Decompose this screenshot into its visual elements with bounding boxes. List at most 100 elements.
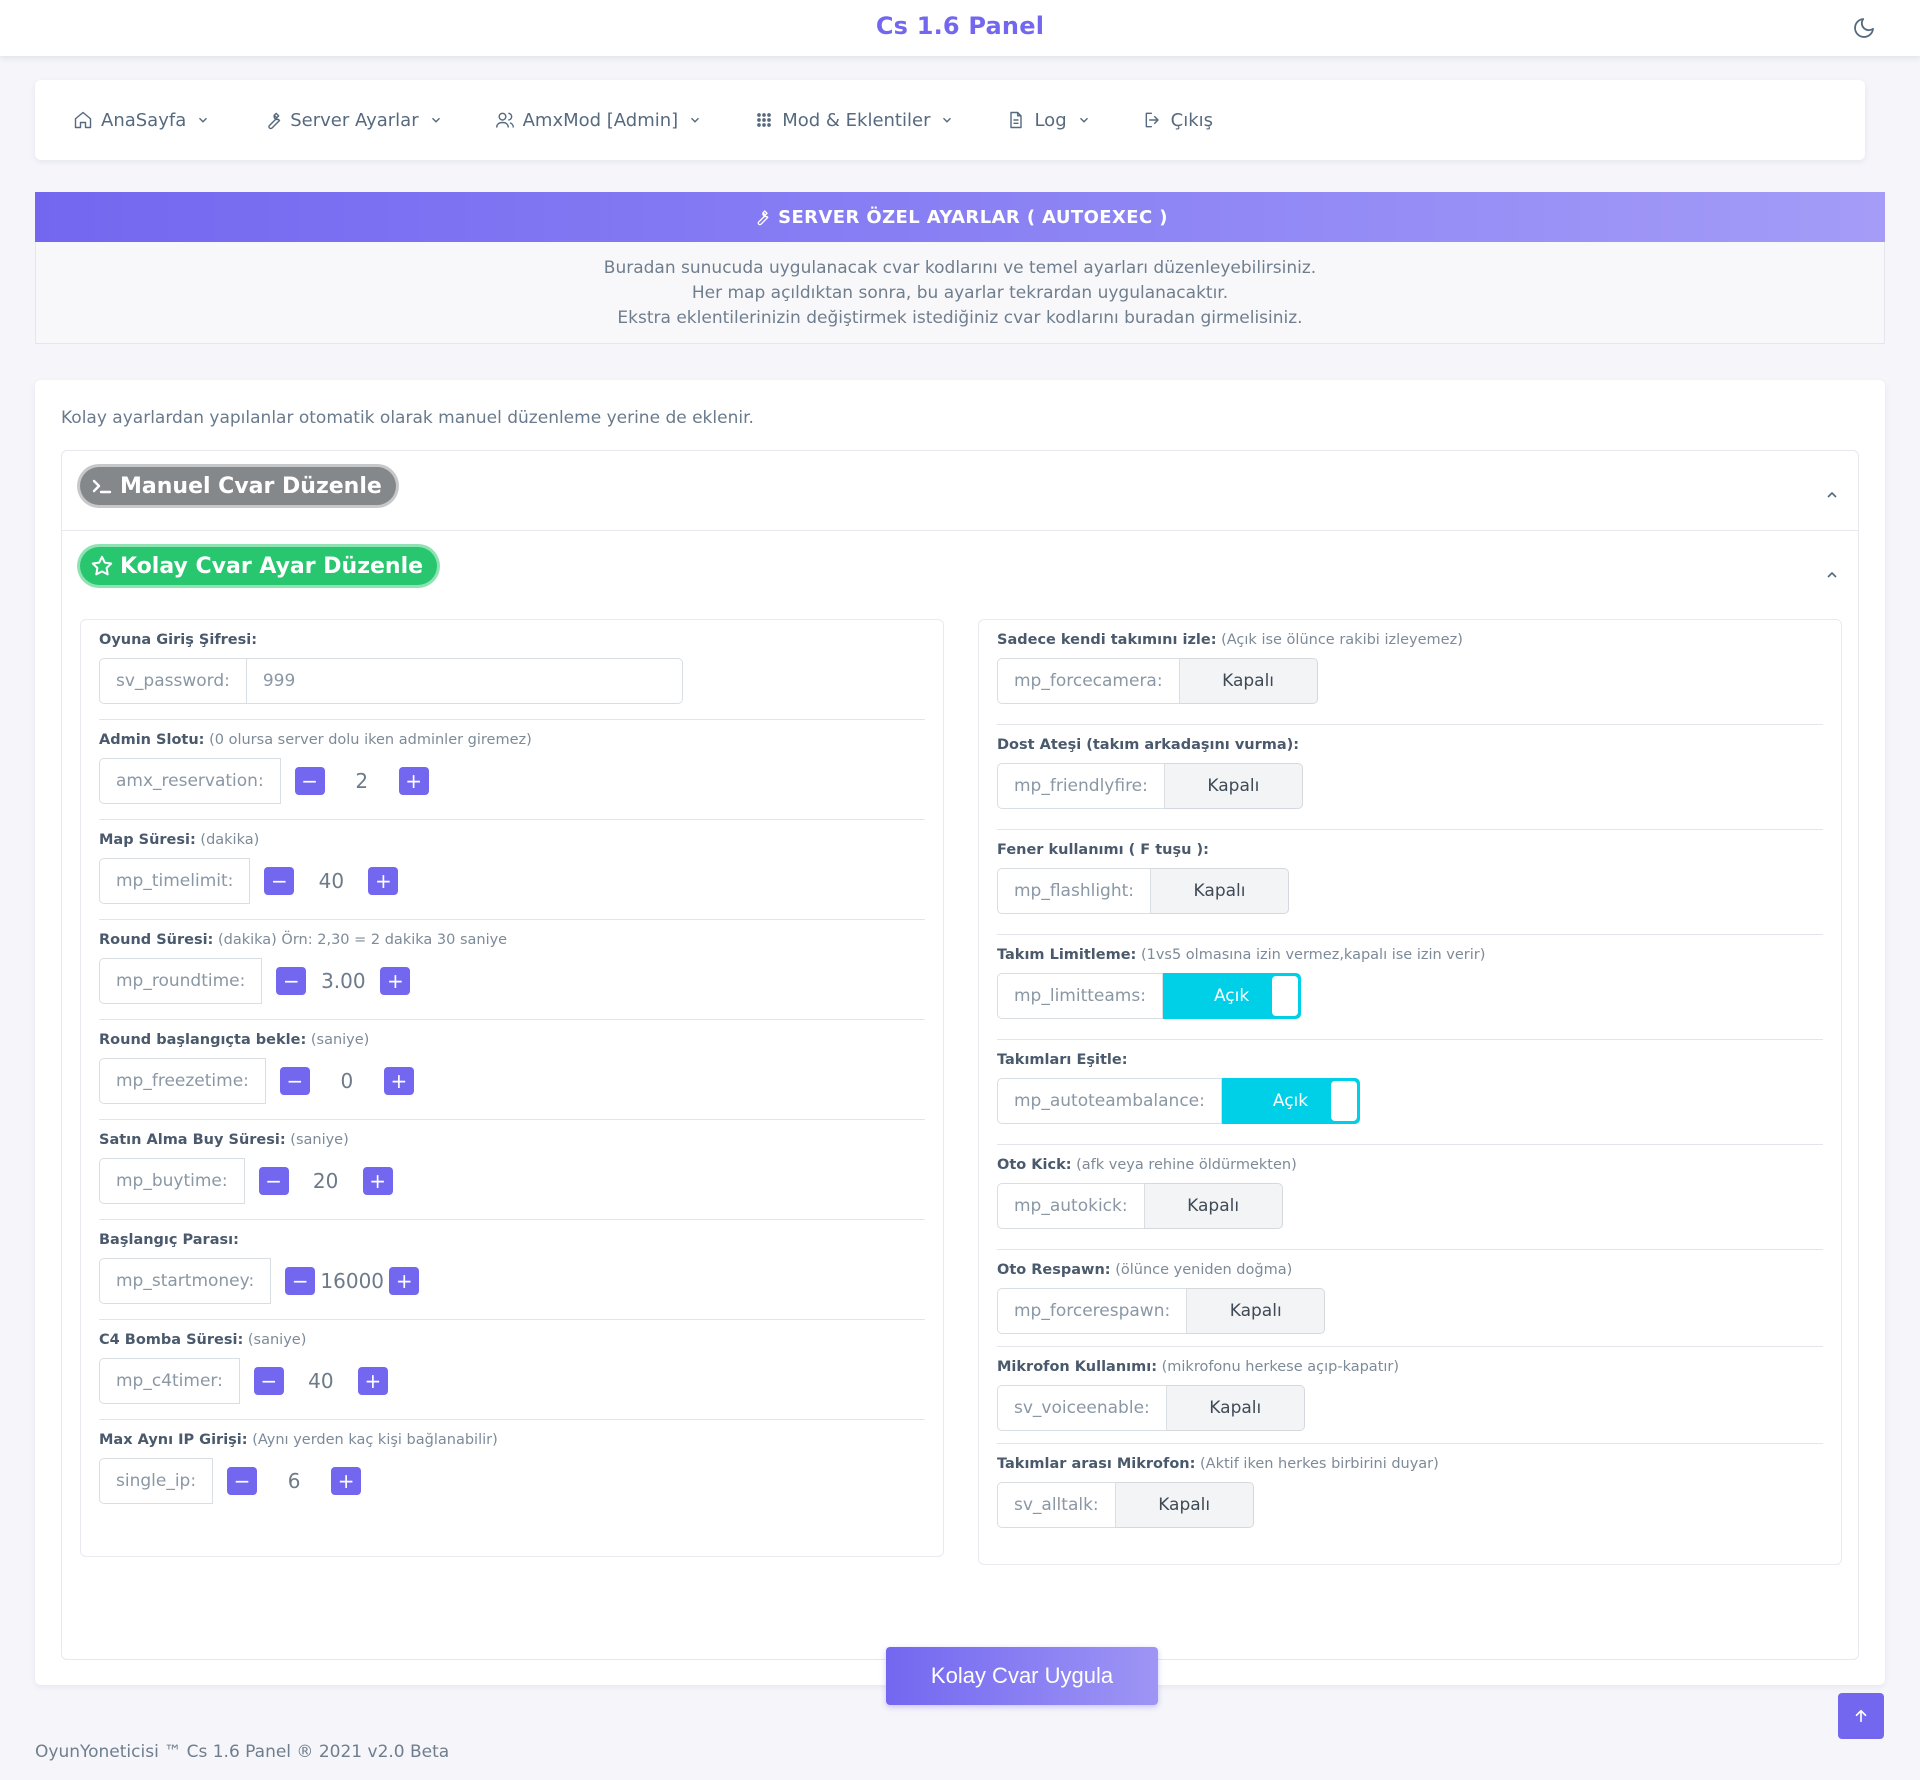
setting-label: Oto Kick: (afk veya rehine öldürmekten) (997, 1157, 1297, 1173)
setting-input-group: mp_startmoney: − 16000 + (99, 1258, 420, 1304)
quantity-stepper: − 6 + (227, 1458, 362, 1504)
stepper-value[interactable]: 16000 (315, 1269, 389, 1293)
setting-input-group: sv_password: 999 (99, 658, 683, 704)
stepper-value[interactable]: 3.00 (306, 969, 380, 993)
intro-text: Kolay ayarlardan yapılanlar otomatik ola… (61, 408, 754, 428)
quantity-stepper: − 16000 + (285, 1258, 420, 1304)
cvar-name: mp_autokick: (997, 1183, 1145, 1229)
easy-cvar-pill[interactable]: Kolay Cvar Ayar Düzenle (80, 547, 438, 585)
cvar-name: mp_friendlyfire: (997, 763, 1165, 809)
decrement-button[interactable]: − (253, 1367, 284, 1395)
decrement-button[interactable]: − (227, 1467, 258, 1495)
setting-input-group: mp_autoteambalance: Açık (997, 1078, 1360, 1124)
setting-label: Map Süresi: (dakika) (99, 832, 260, 848)
forcerespawn-toggle[interactable]: Kapalı (1187, 1288, 1326, 1334)
easy-cvar-label: Kolay Cvar Ayar Düzenle (120, 553, 424, 579)
chevron-up-icon[interactable] (1824, 487, 1840, 503)
quantity-stepper: − 40 + (253, 1358, 388, 1404)
flashlight-toggle[interactable]: Kapalı (1151, 868, 1290, 914)
decrement-button[interactable]: − (294, 767, 325, 795)
stepper-value[interactable]: 40 (284, 1369, 358, 1393)
setting-label: Max Aynı IP Girişi: (Aynı yerden kaç kiş… (99, 1432, 498, 1448)
accordion-header-manual[interactable]: Manuel Cvar Düzenle (62, 451, 1858, 531)
nav-item-amxmod[interactable]: AmxMod [Admin] (495, 110, 703, 131)
setting-label: Round Süresi: (dakika) Örn: 2,30 = 2 dak… (99, 932, 508, 948)
nav-item-log[interactable]: Log (1006, 110, 1090, 131)
decrement-button[interactable]: − (258, 1167, 289, 1195)
scroll-to-top-button[interactable] (1838, 1693, 1884, 1739)
setting-row-sv-alltalk: Takımlar arası Mikrofon: (Aktif iken her… (997, 1444, 1823, 1549)
cvar-accordion: Manuel Cvar Düzenle Kolay Cvar Ayar Düze… (61, 450, 1859, 1705)
main-nav: AnaSayfa Server Ayarlar AmxMod [Admin] M… (35, 80, 1865, 160)
cvar-name: mp_forcecamera: (997, 658, 1180, 704)
tool-icon (757, 210, 769, 226)
forcecamera-toggle[interactable]: Kapalı (1179, 658, 1318, 704)
nav-item-mod-eklentiler[interactable]: Mod & Eklentiler (754, 110, 954, 131)
increment-button[interactable]: + (357, 1367, 388, 1395)
cvar-name: mp_roundtime: (99, 958, 263, 1004)
increment-button[interactable]: + (380, 967, 411, 995)
decrement-button[interactable]: − (264, 867, 295, 895)
setting-row-mp-autokick: Oto Kick: (afk veya rehine öldürmekten) … (997, 1145, 1823, 1250)
setting-row-single-ip: Max Aynı IP Girişi: (Aynı yerden kaç kiş… (99, 1420, 925, 1520)
friendlyfire-toggle[interactable]: Kapalı (1164, 763, 1303, 809)
setting-row-amx-reservation: Admin Slotu: (0 olursa server dolu iken … (99, 720, 925, 820)
decrement-button[interactable]: − (279, 1067, 310, 1095)
setting-row-sv-password: Oyuna Giriş Şifresi: sv_password: 999 (99, 620, 925, 720)
arrow-up-icon (1855, 1709, 1867, 1723)
limitteams-toggle[interactable]: Açık (1162, 973, 1301, 1019)
moon-icon[interactable] (1852, 16, 1876, 40)
setting-label: Takımları Eşitle: (997, 1052, 1128, 1068)
setting-input-group: mp_flashlight: Kapalı (997, 868, 1290, 914)
stepper-value[interactable]: 6 (257, 1469, 331, 1493)
brand-title[interactable]: Cs 1.6 Panel (0, 12, 1920, 40)
setting-row-sv-voiceenable: Mikrofon Kullanımı: (mikrofonu herkese a… (997, 1347, 1823, 1444)
increment-button[interactable]: + (362, 1167, 393, 1195)
logout-icon (1145, 112, 1159, 128)
stepper-value[interactable]: 0 (310, 1069, 384, 1093)
manual-cvar-pill[interactable]: Manuel Cvar Düzenle (80, 467, 396, 505)
nav-item-cikis[interactable]: Çıkış (1143, 110, 1213, 131)
setting-input-group: mp_forcerespawn: Kapalı (997, 1288, 1326, 1334)
stepper-value[interactable]: 20 (289, 1169, 363, 1193)
toggle-settings-panel: Sadece kendi takımını izle: (Açık ise öl… (978, 619, 1842, 1565)
quantity-stepper: − 40 + (264, 858, 399, 904)
stepper-value[interactable]: 2 (325, 769, 399, 793)
nav-label: AnaSayfa (101, 109, 187, 131)
setting-label: Dost Ateşi (takım arkadaşını vurma): (997, 737, 1300, 753)
autokick-toggle[interactable]: Kapalı (1144, 1183, 1283, 1229)
increment-button[interactable]: + (383, 1067, 414, 1095)
password-input[interactable]: 999 (246, 658, 683, 704)
decrement-button[interactable]: − (276, 967, 307, 995)
setting-input-group: amx_reservation: − 2 + (99, 758, 429, 804)
setting-label: Oyuna Giriş Şifresi: (99, 632, 258, 648)
setting-row-mp-forcerespawn: Oto Respawn: (ölünce yeniden doğma) mp_f… (997, 1250, 1823, 1347)
alltalk-toggle[interactable]: Kapalı (1115, 1482, 1254, 1528)
stepper-value[interactable]: 40 (294, 869, 368, 893)
topbar: Cs 1.6 Panel (0, 0, 1920, 56)
tool-icon (268, 112, 281, 130)
chevron-up-icon[interactable] (1824, 567, 1840, 583)
voiceenable-toggle[interactable]: Kapalı (1166, 1385, 1305, 1431)
setting-input-group: mp_autokick: Kapalı (997, 1183, 1283, 1229)
cvar-name: single_ip: (99, 1458, 214, 1504)
increment-button[interactable]: + (389, 1267, 420, 1295)
terminal-icon (92, 479, 112, 494)
accordion-header-easy[interactable]: Kolay Cvar Ayar Düzenle (62, 531, 1858, 611)
increment-button[interactable]: + (368, 867, 399, 895)
setting-label: Mikrofon Kullanımı: (mikrofonu herkese a… (997, 1359, 1400, 1375)
nav-item-server-ayarlar[interactable]: Server Ayarlar (262, 110, 442, 131)
apply-cvar-button[interactable]: Kolay Cvar Uygula (886, 1647, 1158, 1705)
autoteambalance-toggle[interactable]: Açık (1221, 1078, 1360, 1124)
cvar-name: mp_forcerespawn: (997, 1288, 1188, 1334)
numeric-settings-panel: Oyuna Giriş Şifresi: sv_password: 999 Ad… (80, 619, 944, 1557)
nav-item-anasayfa[interactable]: AnaSayfa (73, 110, 210, 131)
setting-row-mp-roundtime: Round Süresi: (dakika) Örn: 2,30 = 2 dak… (99, 920, 925, 1020)
increment-button[interactable]: + (331, 1467, 362, 1495)
setting-row-mp-startmoney: Başlangıç Parası: mp_startmoney: − 16000… (99, 1220, 925, 1320)
banner-line: Ekstra eklentilerinizin değiştirmek iste… (617, 308, 1303, 328)
decrement-button[interactable]: − (285, 1267, 316, 1295)
increment-button[interactable]: + (398, 767, 429, 795)
setting-label: Sadece kendi takımını izle: (Açık ise öl… (997, 632, 1463, 648)
chevron-down-icon (431, 117, 440, 123)
